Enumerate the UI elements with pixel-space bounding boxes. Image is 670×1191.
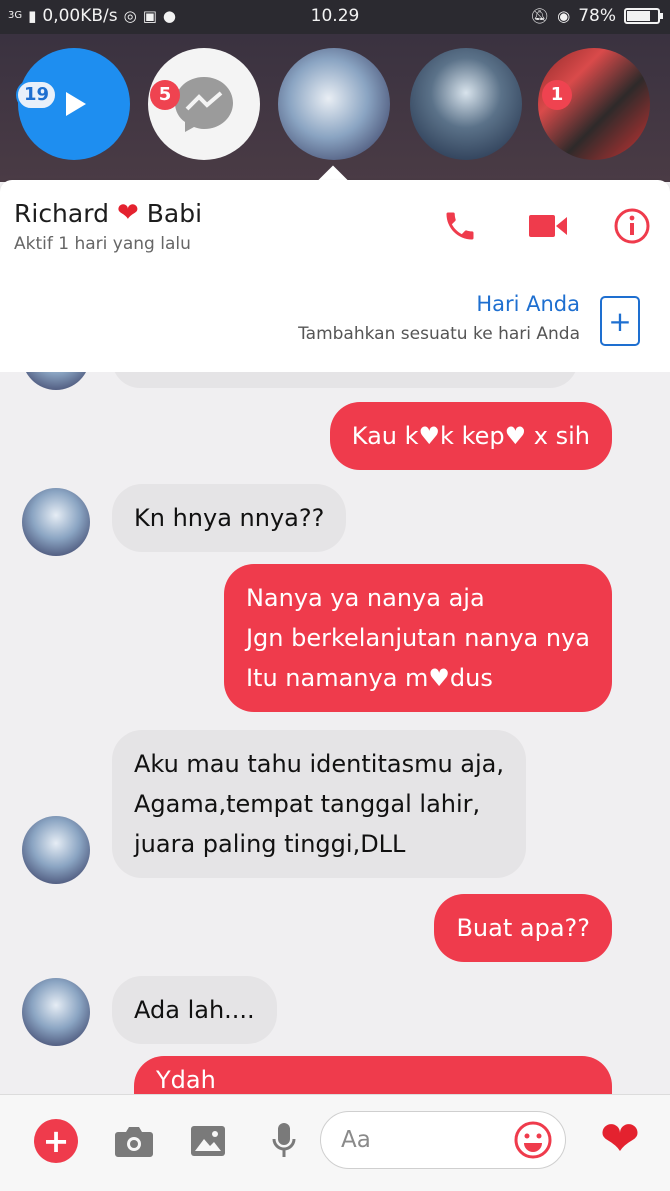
gallery-button[interactable] (186, 1119, 230, 1163)
play-icon (66, 92, 86, 116)
silent-icon: 🔕︎ (530, 7, 550, 25)
status-right: 🔕︎ ◉ 78% (530, 6, 663, 26)
call-button[interactable] (440, 206, 480, 246)
contact-status: Aktif 1 hari yang lalu (14, 234, 191, 254)
unread-badge-messenger: 5 (150, 80, 180, 110)
heart-icon[interactable]: ❤ (594, 1113, 646, 1165)
add-button[interactable]: + (34, 1119, 78, 1163)
avatar-partial (22, 372, 90, 390)
camera-button[interactable] (112, 1119, 156, 1163)
unread-badge-video: 19 (16, 80, 58, 110)
chat-head-group[interactable] (410, 48, 522, 160)
your-day-subtitle: Tambahkan sesuatu ke hari Anda (298, 324, 580, 344)
video-call-button[interactable] (528, 206, 568, 246)
eye-icon: ◉ (557, 7, 571, 25)
info-button[interactable] (612, 206, 652, 246)
message-bubble-outgoing[interactable]: Nanya ya nanya aja Jgn berkelanjutan nan… (223, 564, 612, 712)
message-bubble-outgoing[interactable]: Kau k♥k kep♥ x sih (329, 402, 612, 470)
gallery-icon (191, 1126, 225, 1156)
chat-heads-bar: 19 5 1 (0, 34, 670, 182)
voice-button[interactable] (262, 1119, 306, 1163)
message-bubble-partial (112, 372, 578, 388)
info-icon (614, 208, 650, 244)
avatar (22, 488, 90, 556)
message-bubble-incoming[interactable]: Ada lah.... (112, 976, 277, 1044)
battery-percent: 78% (578, 6, 616, 26)
message-composer: + ❤ (0, 1094, 670, 1191)
battery-icon (624, 8, 663, 24)
contact-last-name: Babi (146, 198, 203, 228)
chat-head-richard[interactable] (278, 48, 390, 160)
message-bubble-incoming[interactable]: Kn hnya nnya?? (112, 484, 347, 552)
message-bubble-outgoing[interactable]: Ydah (134, 1056, 612, 1094)
status-bar: 3G ▮ 0,00KB/s ◎ ▣ ● 10.29 🔕︎ ◉ 78% (0, 0, 670, 34)
messenger-icon (175, 77, 233, 132)
avatar (22, 816, 90, 884)
microphone-icon (272, 1123, 296, 1157)
add-icon: + (34, 1119, 78, 1163)
avatar (22, 978, 90, 1046)
conversation-header: Richard ❤ Babi Aktif 1 hari yang lalu Ha… (0, 180, 670, 372)
video-call-icon (529, 215, 567, 237)
battery-fill (627, 11, 651, 21)
message-input[interactable] (341, 1124, 501, 1156)
phone-icon (446, 212, 474, 240)
message-bubble-incoming[interactable]: Aku mau tahu identitasmu aja, Agama,temp… (112, 730, 527, 878)
heart-emoji: ❤ (116, 198, 139, 228)
camera-icon (115, 1127, 153, 1157)
message-bubble-outgoing[interactable]: Buat apa?? (434, 894, 612, 962)
message-input-box[interactable] (320, 1111, 566, 1169)
unread-badge-friend: 1 (542, 80, 572, 110)
message-list[interactable]: Kau k♥k kep♥ x sih Kn hnya nnya?? Nanya … (0, 372, 670, 1094)
plus-icon: + (608, 304, 632, 338)
contact-name[interactable]: Richard ❤ Babi (14, 198, 202, 228)
your-day-title[interactable]: Hari Anda (476, 292, 580, 316)
emoji-icon[interactable] (513, 1120, 553, 1160)
add-to-day-button[interactable]: + (600, 296, 640, 346)
contact-first-name: Richard (14, 198, 109, 228)
